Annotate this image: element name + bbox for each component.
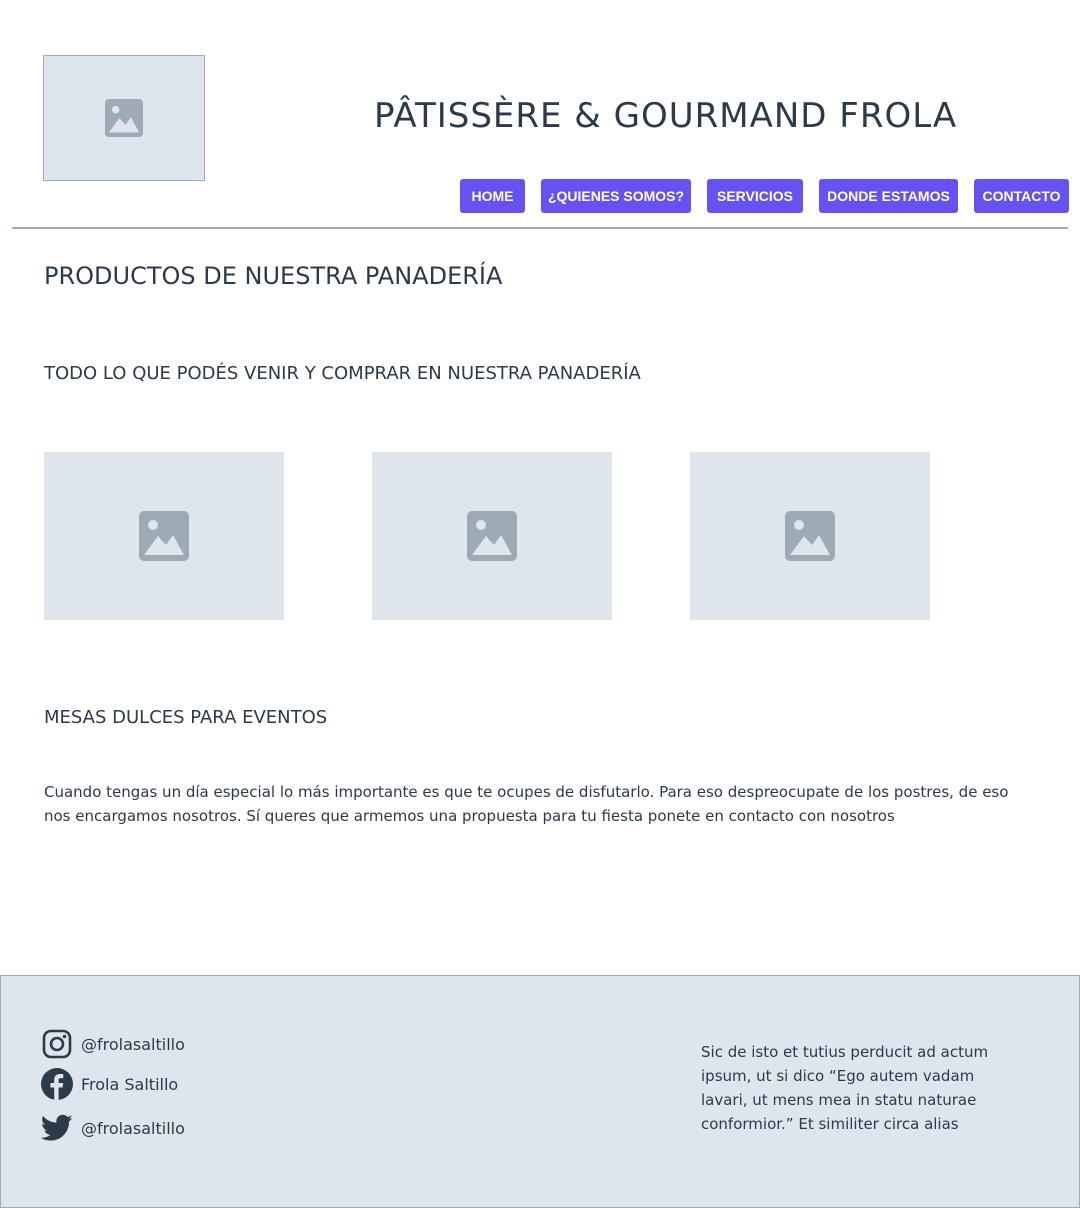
social-link-facebook[interactable]: Frola Saltillo	[41, 1067, 178, 1101]
image-placeholder-icon	[105, 99, 143, 137]
logo-image-placeholder[interactable]	[43, 55, 205, 181]
instagram-handle[interactable]: @frolasaltillo	[81, 1035, 185, 1054]
nav-home-button[interactable]: HOME	[460, 179, 525, 213]
twitter-handle[interactable]: @frolasaltillo	[81, 1119, 185, 1138]
image-placeholder-icon	[785, 511, 835, 561]
instagram-icon	[41, 1028, 73, 1060]
mesas-dulces-title: MESAS DULCES PARA EVENTOS	[44, 707, 328, 728]
image-placeholder-icon	[467, 511, 517, 561]
nav-servicios-button[interactable]: SERVICIOS	[707, 179, 803, 213]
twitter-icon	[41, 1112, 73, 1144]
nav-contacto-button[interactable]: CONTACTO	[974, 179, 1069, 213]
products-subtitle: TODO LO QUE PODÉS VENIR Y COMPRAR EN NUE…	[44, 363, 641, 384]
products-title: PRODUCTOS DE NUESTRA PANADERÍA	[44, 262, 503, 290]
site-title: PÂTISSÈRE & GOURMAND FROLA	[374, 96, 958, 136]
facebook-page-name[interactable]: Frola Saltillo	[81, 1075, 178, 1094]
facebook-icon	[41, 1068, 73, 1100]
product-image-placeholder[interactable]	[690, 452, 930, 620]
footer: @frolasaltillo Frola Saltillo @frolasalt…	[0, 975, 1080, 1208]
social-link-instagram[interactable]: @frolasaltillo	[41, 1027, 185, 1061]
social-link-twitter[interactable]: @frolasaltillo	[41, 1111, 185, 1145]
product-image-placeholder[interactable]	[372, 452, 612, 620]
mesas-dulces-description: Cuando tengas un día especial lo más imp…	[44, 783, 1009, 825]
nav-quienes-somos-button[interactable]: ¿QUIENES SOMOS?	[541, 179, 691, 213]
nav-donde-estamos-button[interactable]: DONDE ESTAMOS	[819, 179, 958, 213]
header-divider	[12, 227, 1068, 229]
image-placeholder-icon	[139, 511, 189, 561]
main-nav: HOME ¿QUIENES SOMOS? SERVICIOS DONDE EST…	[0, 179, 1080, 213]
footer-paragraph: Sic de isto et tutius perducit ad actum …	[701, 1043, 989, 1133]
product-image-placeholder[interactable]	[44, 452, 284, 620]
